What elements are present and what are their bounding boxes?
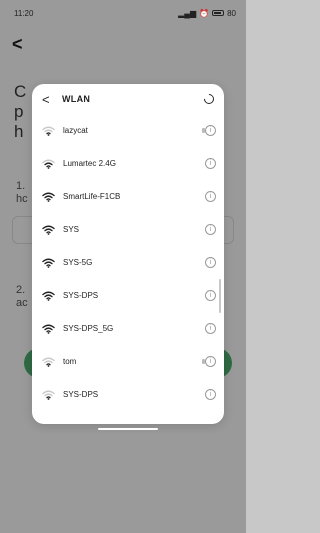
network-name: lazycat xyxy=(63,126,88,135)
network-name: SYS-5G xyxy=(63,258,93,267)
wifi-icon xyxy=(42,357,55,367)
status-time: 11:20 xyxy=(14,8,34,18)
network-row[interactable]: tom i xyxy=(32,345,224,378)
network-name: tom xyxy=(63,357,77,366)
signal-icon: ▂▄▆ xyxy=(178,8,197,18)
wifi-icon xyxy=(42,159,55,169)
network-name: SYS-DPS xyxy=(63,390,99,399)
info-icon[interactable]: i xyxy=(205,224,216,235)
info-icon[interactable]: i xyxy=(205,158,216,169)
wlan-sheet: < WLAN lazycat i Lumartec 2.4G i SmartLife-F… xyxy=(32,84,224,424)
alarm-icon: ⏰ xyxy=(199,8,210,18)
network-row[interactable]: SYS-DPS_5G i xyxy=(32,312,224,345)
network-row[interactable]: lazycat i xyxy=(32,114,224,147)
info-icon[interactable]: i xyxy=(205,191,216,202)
scrollbar[interactable] xyxy=(219,279,221,313)
wifi-icon xyxy=(42,390,55,400)
network-row[interactable]: SYS-DPS i xyxy=(32,279,224,312)
network-row[interactable]: SYS-DPS i xyxy=(32,378,224,411)
network-list: lazycat i Lumartec 2.4G i SmartLife-F1CB i SYS… xyxy=(32,114,224,411)
wifi-icon xyxy=(42,192,55,202)
info-icon[interactable]: i xyxy=(205,356,216,367)
home-indicator[interactable] xyxy=(98,428,158,430)
network-row[interactable]: SYS-5G i xyxy=(32,246,224,279)
info-icon[interactable]: i xyxy=(205,389,216,400)
wlan-back-button[interactable]: < xyxy=(42,92,56,107)
refresh-icon[interactable] xyxy=(201,91,217,107)
page-back-button[interactable]: < xyxy=(12,34,23,55)
wlan-title: WLAN xyxy=(62,94,91,104)
battery-level: 80 xyxy=(227,8,236,18)
info-icon[interactable]: i xyxy=(205,323,216,334)
network-row[interactable]: Lumartec 2.4G i xyxy=(32,147,224,180)
network-row[interactable]: SmartLife-F1CB i xyxy=(32,180,224,213)
network-name: Lumartec 2.4G xyxy=(63,159,116,168)
network-name: SYS-DPS_5G xyxy=(63,324,114,333)
info-icon[interactable]: i xyxy=(205,290,216,301)
battery-icon xyxy=(212,10,225,16)
info-icon[interactable]: i xyxy=(205,257,216,268)
status-icons: ▂▄▆ ⏰ 80 xyxy=(178,9,236,18)
wifi-icon xyxy=(42,225,55,235)
wifi-icon xyxy=(42,324,55,334)
info-icon[interactable]: i xyxy=(205,125,216,136)
network-name: SYS-DPS xyxy=(63,291,99,300)
wlan-header: < WLAN xyxy=(32,84,224,114)
network-row[interactable]: SYS i xyxy=(32,213,224,246)
wifi-icon xyxy=(42,258,55,268)
wifi-icon xyxy=(42,291,55,301)
network-name: SmartLife-F1CB xyxy=(63,192,121,201)
network-name: SYS xyxy=(63,225,80,234)
wifi-icon xyxy=(42,126,55,136)
status-bar: 11:20 ▂▄▆ ⏰ 80 xyxy=(0,0,246,26)
